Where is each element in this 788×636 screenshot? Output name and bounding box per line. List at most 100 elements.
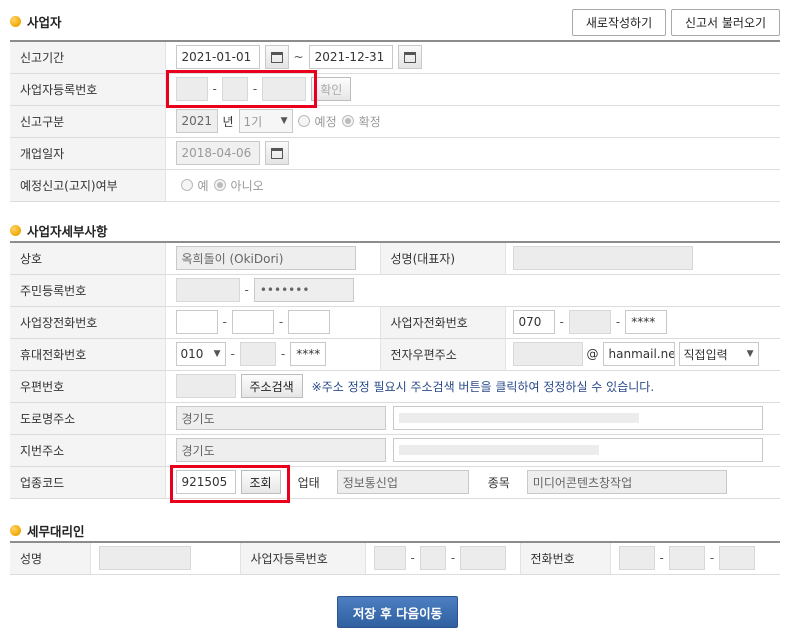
new-form-button[interactable]: 새로작성하기 — [572, 9, 666, 36]
radio-scheduled[interactable] — [297, 115, 310, 127]
agent-phone-3-input[interactable] — [719, 546, 756, 571]
detail-table: 상호 옥희돌이 (OkiDori) 성명(대표자) 주민등록번호 - •••••… — [10, 241, 780, 499]
chevron-down-icon: ▼ — [280, 116, 288, 126]
email-id-input[interactable] — [512, 342, 583, 366]
save-next-button[interactable]: 저장 후 다음이동 — [337, 596, 458, 628]
lot-address-input[interactable]: 경기도 — [175, 438, 386, 462]
zip-note: ※주소 정정 필요시 주소검색 버튼을 클릭하여 정정하실 수 있습니다. — [311, 379, 655, 394]
trade-label: 상호 — [10, 242, 166, 275]
open-label: 개업일자 — [10, 137, 166, 170]
agent-phone-label: 전화번호 — [519, 542, 611, 575]
rrn-label: 주민등록번호 — [10, 274, 166, 307]
site-phone-1-input[interactable] — [175, 310, 218, 334]
lot-row: 지번주소 경기도 — [10, 434, 780, 467]
open-row: 개업일자 2018-04-06 — [10, 137, 780, 170]
mobile-row: 휴대전화번호 010 ▼ - - **** 전자우편주소 @ hanmail.ne… — [10, 338, 780, 371]
chevron-down-icon: ▼ — [746, 349, 754, 359]
highlight-box-industry — [170, 465, 290, 503]
calendar-icon[interactable] — [264, 141, 289, 165]
mobile-3-input[interactable]: **** — [290, 342, 327, 366]
email-at: @ — [586, 347, 599, 361]
calendar-icon[interactable] — [397, 45, 422, 70]
chevron-down-icon: ▼ — [213, 349, 221, 359]
regno-label: 사업자등록번호 — [10, 73, 166, 106]
rrn-back-input[interactable]: ••••••• — [253, 278, 354, 302]
agent-phone-1-input[interactable] — [618, 546, 655, 571]
biz-phone-1-input[interactable]: 070 — [512, 310, 555, 334]
section-title-agent: 세무대리인 — [10, 521, 85, 540]
road-row: 도로명주소 경기도 — [10, 402, 780, 435]
term-select[interactable]: 1기 ▼ — [238, 109, 293, 133]
agent-row: 성명 사업자등록번호 - - 전화번호 - - — [10, 542, 780, 575]
period-label: 신고기간 — [10, 41, 166, 74]
load-form-button[interactable]: 신고서 불러오기 — [671, 9, 780, 36]
period-end-input[interactable]: 2021-12-31 — [308, 45, 393, 70]
radio-notice-yes[interactable] — [180, 179, 193, 191]
sector-input[interactable]: 정보통신업 — [336, 470, 469, 494]
agent-regno-label: 사업자등록번호 — [239, 542, 366, 575]
industry-label: 업종코드 — [10, 466, 166, 499]
rep-label: 성명(대표자) — [379, 242, 506, 275]
regno-row: 사업자등록번호 - - 확인 — [10, 73, 780, 106]
email-label: 전자우편주소 — [379, 338, 506, 371]
site-phone-2-input[interactable] — [231, 310, 274, 334]
mobile-label: 휴대전화번호 — [10, 338, 166, 371]
year-input[interactable]: 2021 — [175, 109, 218, 133]
radio-final[interactable] — [341, 115, 354, 127]
agent-regno-3-input[interactable] — [460, 546, 507, 571]
agent-table: 성명 사업자등록번호 - - 전화번호 - - — [10, 541, 780, 575]
road-address-input[interactable]: 경기도 — [175, 406, 386, 430]
notice-row: 예정신고(고지)여부 예 아니오 — [10, 169, 780, 202]
type-label: 신고구분 — [10, 105, 166, 138]
lot-label: 지번주소 — [10, 434, 166, 467]
bullet-icon — [10, 16, 21, 27]
section-title-business: 사업자 — [10, 12, 62, 31]
period-row: 신고기간 2021-01-01 ~ 2021-12-31 — [10, 41, 780, 74]
bullet-icon — [10, 525, 21, 536]
item-input[interactable]: 미디어콘텐츠창작업 — [526, 470, 727, 494]
type-row: 신고구분 2021 년 1기 ▼ 예정 확정 — [10, 105, 780, 138]
radio-scheduled-label: 예정 — [314, 114, 337, 129]
industry-row: 업종코드 921505 조회 업태 정보통신업 종목 미디어콘텐츠창작업 — [10, 466, 780, 499]
calendar-icon[interactable] — [264, 45, 289, 70]
business-table: 신고기간 2021-01-01 ~ 2021-12-31 사업자등록번호 - -… — [10, 40, 780, 202]
mobile-2-input[interactable] — [239, 342, 276, 366]
year-unit: 년 — [222, 114, 234, 129]
road-label: 도로명주소 — [10, 402, 166, 435]
address-search-button[interactable]: 주소검색 — [240, 374, 303, 398]
mobile-1-select[interactable]: 010 ▼ — [175, 342, 226, 366]
biz-phone-3-input[interactable]: **** — [625, 310, 668, 334]
rep-name-input[interactable] — [512, 246, 693, 271]
trade-row: 상호 옥희돌이 (OkiDori) 성명(대표자) — [10, 242, 780, 275]
agent-phone-2-input[interactable] — [668, 546, 705, 571]
zip-label: 우편번호 — [10, 370, 166, 403]
period-tilde: ~ — [293, 50, 304, 65]
notice-label: 예정신고(고지)여부 — [10, 169, 166, 202]
site-phone-3-input[interactable] — [288, 310, 331, 334]
rrn-row: 주민등록번호 - ••••••• — [10, 274, 780, 307]
zip-row: 우편번호 주소검색 ※주소 정정 필요시 주소검색 버튼을 클릭하여 정정하실 … — [10, 370, 780, 403]
zip-input[interactable] — [175, 374, 236, 398]
radio-notice-no[interactable] — [213, 179, 226, 191]
item-label: 종목 — [487, 475, 510, 490]
trade-name-input[interactable]: 옥희돌이 (OkiDori) — [175, 246, 356, 271]
agent-name-label: 성명 — [10, 542, 91, 575]
radio-final-label: 확정 — [358, 114, 381, 129]
period-start-input[interactable]: 2021-01-01 — [175, 45, 260, 70]
highlight-box-regno — [166, 70, 317, 108]
lot-address-detail-input[interactable] — [392, 438, 763, 462]
section-title-detail: 사업자세부사항 — [10, 221, 108, 240]
phone-row: 사업장전화번호 - - 사업자전화번호 070 - - **** — [10, 306, 780, 339]
email-domain-input[interactable]: hanmail.ne — [602, 342, 675, 366]
site-phone-label: 사업장전화번호 — [10, 306, 166, 339]
agent-name-input[interactable] — [98, 546, 191, 571]
open-date-input[interactable]: 2018-04-06 — [175, 141, 260, 165]
agent-regno-2-input[interactable] — [419, 546, 446, 571]
sector-label: 업태 — [297, 475, 320, 490]
road-address-detail-input[interactable] — [392, 406, 763, 430]
agent-regno-1-input[interactable] — [373, 546, 406, 571]
rrn-front-input[interactable] — [175, 278, 240, 302]
email-domain-select[interactable]: 직접입력 ▼ — [678, 342, 759, 366]
regno-confirm-button[interactable]: 확인 — [311, 77, 352, 101]
biz-phone-2-input[interactable] — [568, 310, 611, 334]
